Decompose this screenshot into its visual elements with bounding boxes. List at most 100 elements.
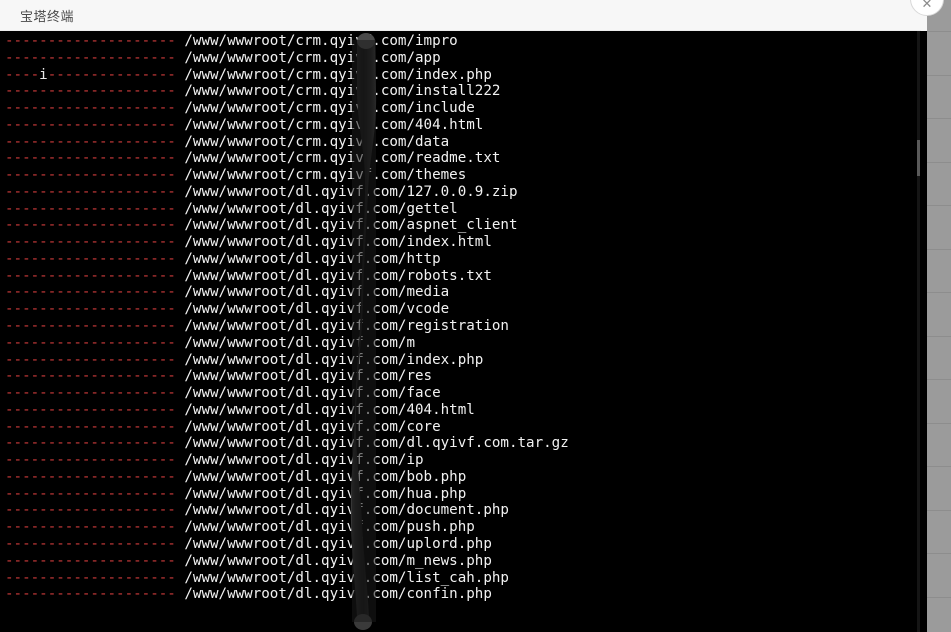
side-panel-divider <box>927 509 951 511</box>
line-dash-prefix: -------------------- <box>5 569 176 586</box>
terminal-line: -------------------- /www/wwwroot/crm.qy… <box>0 50 921 67</box>
line-dash-prefix: -------------------- <box>5 351 176 368</box>
file-path: /www/wwwroot/dl.qyivf.com/media <box>184 284 450 301</box>
file-path: /www/wwwroot/dl.qyivf.com/res <box>184 368 433 385</box>
terminal-line: -------------------- /www/wwwroot/dl.qyi… <box>0 570 921 587</box>
terminal-line: -------------------- /www/wwwroot/dl.qyi… <box>0 402 921 419</box>
terminal-line: ----i--------------- /www/wwwroot/crm.qy… <box>0 67 921 84</box>
line-dash-prefix: -------------------- <box>5 452 176 469</box>
side-panel-divider <box>927 118 951 119</box>
line-dash-prefix: -------------------- <box>5 267 176 284</box>
window-header: 宝塔终端 <box>0 0 921 31</box>
terminal-line: -------------------- /www/wwwroot/dl.qyi… <box>0 335 921 352</box>
terminal-line: -------------------- /www/wwwroot/crm.qy… <box>0 117 921 134</box>
line-dash-prefix: -------------------- <box>5 49 176 66</box>
terminal-line: -------------------- /www/wwwroot/crm.qy… <box>0 150 921 167</box>
terminal-line: -------------------- /www/wwwroot/dl.qyi… <box>0 318 921 335</box>
file-path: /www/wwwroot/dl.qyivf.com/m_news.php <box>184 552 492 569</box>
terminal-line: -------------------- /www/wwwroot/dl.qyi… <box>0 486 921 503</box>
terminal-line: -------------------- /www/wwwroot/dl.qyi… <box>0 469 921 486</box>
terminal-line: -------------------- /www/wwwroot/crm.qy… <box>0 33 921 50</box>
line-dash-prefix: -------------------- <box>5 33 176 49</box>
line-dash-prefix: -------------------- <box>5 418 176 435</box>
terminal-line: -------------------- /www/wwwroot/dl.qyi… <box>0 268 921 285</box>
file-path: /www/wwwroot/crm.qyivf.com/app <box>184 49 441 66</box>
file-path: /www/wwwroot/dl.qyivf.com/vcode <box>184 301 450 318</box>
terminal-line: -------------------- /www/wwwroot/crm.qy… <box>0 100 921 117</box>
terminal-line: -------------------- /www/wwwroot/dl.qyi… <box>0 251 921 268</box>
file-path: /www/wwwroot/crm.qyivf.com/themes <box>184 167 467 184</box>
side-panel-divider <box>927 422 951 424</box>
file-path: /www/wwwroot/dl.qyivf.com/face <box>184 385 441 402</box>
side-panel-divider <box>927 596 951 598</box>
line-dash-prefix: -------------------- <box>5 468 176 485</box>
line-dash-prefix: -------------------- <box>5 116 176 133</box>
terminal-line: -------------------- /www/wwwroot/dl.qyi… <box>0 519 921 536</box>
file-path: /www/wwwroot/dl.qyivf.com/gettel <box>184 200 458 217</box>
terminal-scrollbar-thumb[interactable] <box>917 140 920 176</box>
file-path: /www/wwwroot/dl.qyivf.com/uplord.php <box>184 535 492 552</box>
close-icon: ✕ <box>921 0 933 12</box>
line-dash-prefix: -------------------- <box>5 150 176 167</box>
side-panel-divider <box>927 466 951 467</box>
terminal-line: -------------------- /www/wwwroot/crm.qy… <box>0 83 921 100</box>
terminal-output[interactable]: -------------------- /www/wwwroot/crm.qy… <box>0 31 921 632</box>
side-panel-divider <box>927 74 951 76</box>
line-dash-prefix: -------------------- <box>5 167 176 184</box>
right-side-panel <box>927 0 951 632</box>
file-path: /www/wwwroot/dl.qyivf.com/registration <box>184 318 509 335</box>
file-path: /www/wwwroot/dl.qyivf.com/document.php <box>184 502 509 519</box>
file-path: /www/wwwroot/dl.qyivf.com/ip <box>184 452 424 469</box>
terminal-line: -------------------- /www/wwwroot/dl.qyi… <box>0 184 921 201</box>
file-path: /www/wwwroot/dl.qyivf.com/core <box>184 418 441 435</box>
file-path: /www/wwwroot/dl.qyivf.com/index.php <box>184 351 484 368</box>
line-marker: i <box>39 66 48 83</box>
file-path: /www/wwwroot/crm.qyivf.com/impro <box>184 33 458 49</box>
close-button[interactable]: ✕ <box>910 0 944 16</box>
line-dash-prefix: -------------------- <box>5 217 176 234</box>
side-panel-divider <box>927 379 951 380</box>
line-dash-prefix: -------------------- <box>5 368 176 385</box>
file-path: /www/wwwroot/dl.qyivf.com/push.php <box>184 519 475 536</box>
terminal-line: -------------------- /www/wwwroot/dl.qyi… <box>0 217 921 234</box>
file-path: /www/wwwroot/dl.qyivf.com/index.html <box>184 234 492 251</box>
line-dash-prefix: -------------------- <box>5 183 176 200</box>
line-dash-prefix: -------------------- <box>5 234 176 251</box>
line-dash-prefix: -------------------- <box>5 552 176 569</box>
file-path: /www/wwwroot/dl.qyivf.com/http <box>184 250 441 267</box>
page-title: 宝塔终端 <box>20 9 75 25</box>
file-path: /www/wwwroot/dl.qyivf.com/robots.txt <box>184 267 492 284</box>
side-panel-divider <box>927 31 951 32</box>
terminal-scrollbar-track[interactable] <box>917 31 920 632</box>
terminal-line: -------------------- /www/wwwroot/crm.qy… <box>0 134 921 151</box>
terminal-line: -------------------- /www/wwwroot/dl.qyi… <box>0 536 921 553</box>
terminal-line: -------------------- /www/wwwroot/dl.qyi… <box>0 352 921 369</box>
file-path: /www/wwwroot/dl.qyivf.com/aspnet_client <box>184 217 518 234</box>
file-path: /www/wwwroot/dl.qyivf.com/hua.php <box>184 485 467 502</box>
line-dash-prefix: -------------------- <box>5 133 176 150</box>
terminal-line: -------------------- /www/wwwroot/dl.qyi… <box>0 201 921 218</box>
file-path: /www/wwwroot/crm.qyivf.com/404.html <box>184 116 484 133</box>
line-dash-prefix: -------------------- <box>5 401 176 418</box>
baota-terminal-window: 宝塔终端 -------------------- /www/wwwroot/c… <box>0 0 951 632</box>
side-panel-divider <box>927 205 951 206</box>
side-panel-divider <box>927 292 951 293</box>
line-dash-prefix: ---- <box>5 66 40 83</box>
file-path: /www/wwwroot/crm.qyivf.com/index.php <box>184 66 492 83</box>
side-panel-divider <box>927 161 951 163</box>
line-dash-prefix: -------------------- <box>5 385 176 402</box>
line-dash-prefix: -------------------- <box>5 284 176 301</box>
line-dash-prefix: -------------------- <box>5 485 176 502</box>
line-dash-prefix: -------------------- <box>5 200 176 217</box>
terminal-line-list: -------------------- /www/wwwroot/crm.qy… <box>0 33 921 603</box>
line-dash-prefix: -------------------- <box>5 502 176 519</box>
line-dash-prefix: -------------------- <box>5 535 176 552</box>
line-dash-prefix: -------------------- <box>5 334 176 351</box>
side-panel-divider <box>927 335 951 337</box>
terminal-line: -------------------- /www/wwwroot/dl.qyi… <box>0 301 921 318</box>
line-dash-prefix: -------------------- <box>5 100 176 117</box>
terminal-line: -------------------- /www/wwwroot/dl.qyi… <box>0 385 921 402</box>
line-dash-prefix: -------------------- <box>5 318 176 335</box>
file-path: /www/wwwroot/dl.qyivf.com/m <box>184 334 416 351</box>
terminal-line: -------------------- /www/wwwroot/dl.qyi… <box>0 284 921 301</box>
